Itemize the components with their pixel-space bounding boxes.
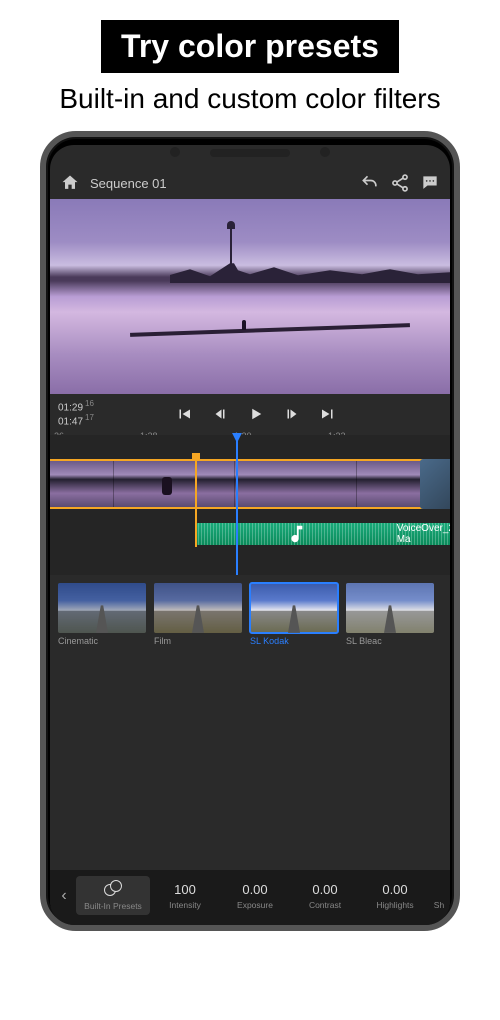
video-preview[interactable] <box>50 199 450 394</box>
video-clip[interactable] <box>50 461 114 507</box>
skyline-decoration <box>230 227 232 267</box>
video-track[interactable] <box>50 459 450 509</box>
preset-thumbnail <box>154 583 242 633</box>
preset-label: SL Kodak <box>250 636 338 646</box>
preset-label: Film <box>154 636 242 646</box>
current-frame: 16 <box>85 399 94 408</box>
preset-thumbnail <box>346 583 434 633</box>
param-highlights[interactable]: 0.00 Highlights <box>360 882 430 910</box>
param-intensity[interactable]: 100 Intensity <box>150 882 220 910</box>
sequence-title[interactable]: Sequence 01 <box>90 176 350 191</box>
timecode-display: 01:2916 01:4717 <box>58 400 94 427</box>
preset-thumbnail <box>250 583 338 633</box>
transport-bar: 01:2916 01:4717 <box>50 394 450 427</box>
share-icon[interactable] <box>390 173 410 193</box>
end-time: 01:47 <box>58 416 83 427</box>
video-clip[interactable] <box>114 461 236 507</box>
param-label: Contrast <box>309 900 341 910</box>
video-clip[interactable] <box>420 459 450 509</box>
skyline-decoration <box>50 263 450 283</box>
param-value: 100 <box>174 882 196 897</box>
param-value: 0.00 <box>312 882 337 897</box>
parameter-bar: ‹ Built-In Presets 100 Intensity 0.00 Ex… <box>50 870 450 925</box>
edit-marker[interactable] <box>195 459 197 547</box>
preset-sl-bleach[interactable]: SL Bleac <box>346 583 434 646</box>
param-shadows[interactable]: Sh <box>430 882 448 910</box>
end-frame: 17 <box>85 413 94 422</box>
timeline-ruler[interactable]: 26 1:28 1:30 1:32 <box>50 427 450 433</box>
preset-strip: Cinematic Film SL Kodak SL Bleac <box>50 575 450 648</box>
promo-title: Try color presets <box>101 20 399 73</box>
audio-clip-name: VoiceOver_2020-Ma <box>397 523 450 545</box>
preset-sl-kodak[interactable]: SL Kodak <box>250 583 338 646</box>
preset-label: Cinematic <box>58 636 146 646</box>
skip-start-icon[interactable] <box>175 405 193 423</box>
audio-clip[interactable]: VoiceOver_2020-Ma <box>195 523 450 545</box>
param-label: Highlights <box>376 900 413 910</box>
current-time: 01:29 <box>58 403 83 414</box>
presets-icon <box>104 880 122 898</box>
param-contrast[interactable]: 0.00 Contrast <box>290 882 360 910</box>
phone-frame: Sequence 01 01:2916 01:4717 <box>40 131 460 931</box>
preset-cinematic[interactable]: Cinematic <box>58 583 146 646</box>
preview-decoration <box>130 323 410 337</box>
preset-label: SL Bleac <box>346 636 434 646</box>
param-value: 0.00 <box>382 882 407 897</box>
param-value <box>437 882 441 897</box>
playhead[interactable] <box>236 435 238 575</box>
play-icon[interactable] <box>247 405 265 423</box>
param-exposure[interactable]: 0.00 Exposure <box>220 882 290 910</box>
home-icon[interactable] <box>60 173 80 193</box>
video-clip[interactable] <box>235 461 357 507</box>
param-label: Built-In Presets <box>84 901 142 911</box>
undo-icon[interactable] <box>360 173 380 193</box>
preset-thumbnail <box>58 583 146 633</box>
app-screen: Sequence 01 01:2916 01:4717 <box>50 145 450 925</box>
timeline[interactable]: VoiceOver_2020-Ma <box>50 435 450 575</box>
back-chevron-icon[interactable]: ‹ <box>52 887 76 905</box>
param-value: 0.00 <box>242 882 267 897</box>
comment-icon[interactable] <box>420 173 440 193</box>
skip-end-icon[interactable] <box>319 405 337 423</box>
frame-back-icon[interactable] <box>211 405 229 423</box>
preset-film[interactable]: Film <box>154 583 242 646</box>
phone-notch <box>210 149 290 157</box>
promo-subtitle: Built-in and custom color filters <box>0 83 500 115</box>
param-label: Exposure <box>237 900 273 910</box>
param-label: Intensity <box>169 900 201 910</box>
frame-forward-icon[interactable] <box>283 405 301 423</box>
preview-decoration <box>242 320 246 330</box>
param-label: Sh <box>434 900 444 910</box>
builtin-presets-button[interactable]: Built-In Presets <box>76 876 150 915</box>
